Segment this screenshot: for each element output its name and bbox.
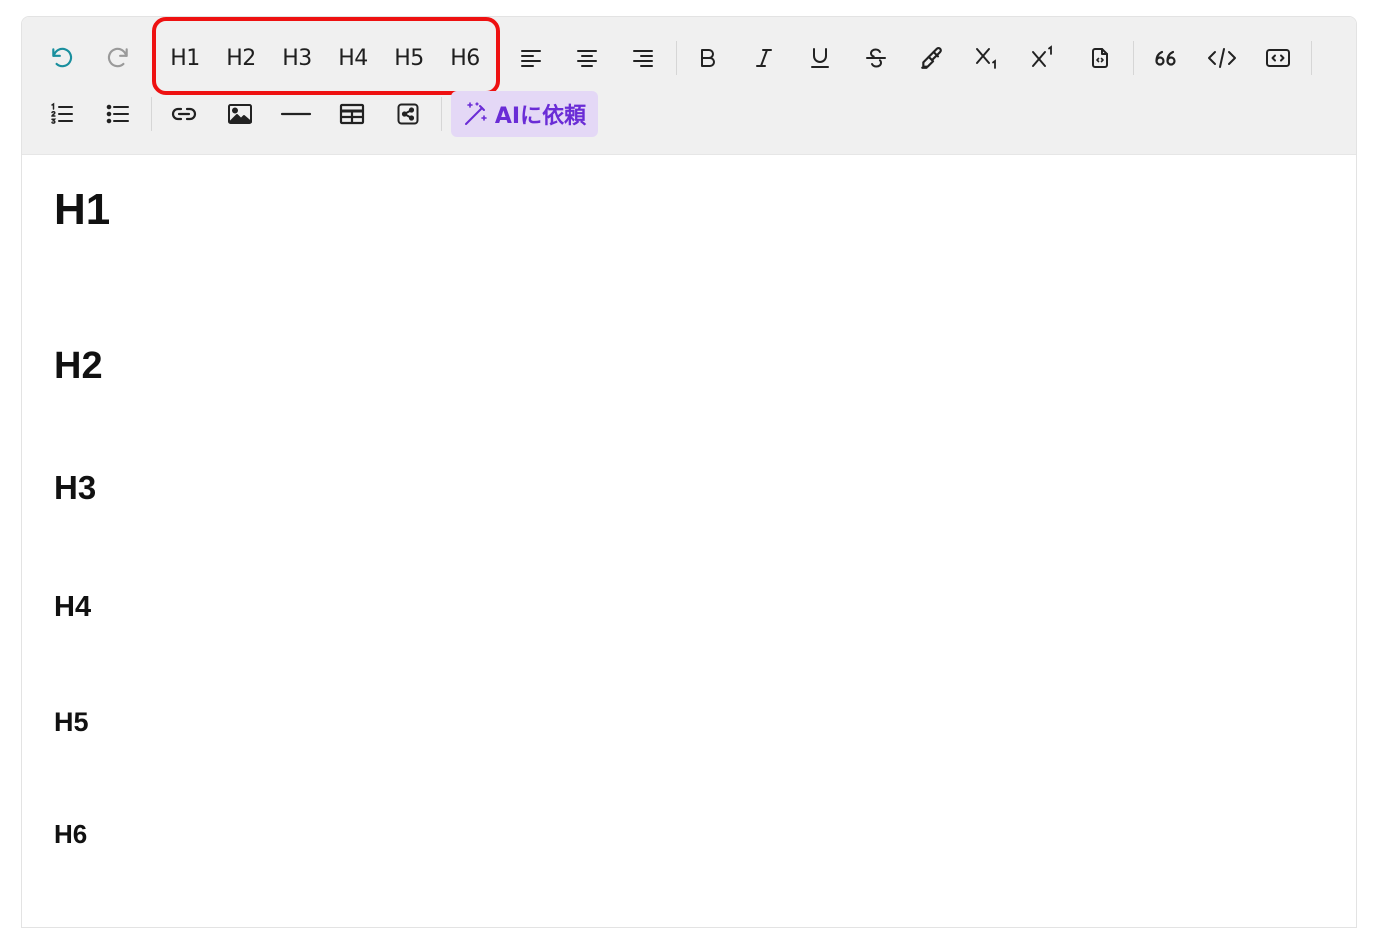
toolbar-separator	[676, 41, 677, 75]
ask-ai-label: AIに依頼	[494, 104, 587, 129]
toolbar-separator	[441, 97, 442, 131]
bold-button[interactable]	[686, 38, 730, 78]
ordered-list-icon	[49, 101, 75, 127]
image-icon	[227, 102, 253, 126]
heading-1-button[interactable]: H1	[161, 38, 209, 78]
heading-5-button[interactable]: H5	[385, 38, 433, 78]
magic-wand-icon	[463, 101, 489, 127]
redo-button[interactable]	[96, 38, 140, 78]
italic-icon	[752, 46, 776, 70]
align-center-icon	[575, 46, 599, 70]
strikethrough-button[interactable]	[854, 38, 898, 78]
horizontal-rule-button[interactable]	[274, 94, 318, 134]
image-button[interactable]	[218, 94, 262, 134]
bullet-list-button[interactable]	[96, 94, 140, 134]
document-heading-1[interactable]: H1	[54, 185, 110, 235]
align-right-icon	[631, 46, 655, 70]
underline-button[interactable]	[798, 38, 842, 78]
ordered-list-button[interactable]	[40, 94, 84, 134]
heading-4-button[interactable]: H4	[329, 38, 377, 78]
superscript-button[interactable]	[1022, 38, 1066, 78]
italic-button[interactable]	[742, 38, 786, 78]
document-heading-3[interactable]: H3	[54, 469, 96, 507]
document-heading-4[interactable]: H4	[54, 591, 91, 624]
link-button[interactable]	[162, 94, 206, 134]
align-center-button[interactable]	[565, 38, 609, 78]
editor-toolbar: H1 H2 H3 H4 H5 H6 AIに依頼	[22, 17, 1356, 155]
blockquote-button[interactable]	[1144, 38, 1188, 78]
table-icon	[339, 102, 365, 126]
heading-3-button[interactable]: H3	[273, 38, 321, 78]
inline-code-button[interactable]	[1200, 38, 1244, 78]
code-block-icon	[1265, 46, 1291, 70]
bullet-list-icon	[105, 101, 131, 127]
bold-icon	[696, 46, 720, 70]
align-right-button[interactable]	[621, 38, 665, 78]
heading-2-button[interactable]: H2	[217, 38, 265, 78]
horizontal-rule-icon	[280, 102, 312, 126]
code-file-icon	[1088, 46, 1112, 70]
toolbar-separator	[1311, 41, 1312, 75]
toolbar-separator	[1133, 41, 1134, 75]
code-file-button[interactable]	[1078, 38, 1122, 78]
code-icon	[1207, 45, 1237, 71]
heading-6-button[interactable]: H6	[441, 38, 489, 78]
code-block-button[interactable]	[1256, 38, 1300, 78]
underline-icon	[808, 46, 832, 70]
align-left-icon	[519, 46, 543, 70]
link-icon	[170, 102, 198, 126]
document-heading-2[interactable]: H2	[54, 345, 103, 388]
editor-content[interactable]: H1 H2 H3 H4 H5 H6	[22, 155, 1356, 927]
document-heading-5[interactable]: H5	[54, 707, 89, 738]
toolbar-separator	[151, 97, 152, 131]
document-heading-6[interactable]: H6	[54, 819, 87, 850]
table-button[interactable]	[330, 94, 374, 134]
redo-icon	[105, 45, 131, 71]
undo-icon	[49, 45, 75, 71]
blockquote-icon	[1153, 45, 1179, 71]
rich-text-editor: H1 H2 H3 H4 H5 H6 AIに依頼 H1 H2 H3 H4 H5 H…	[21, 16, 1357, 928]
embed-button[interactable]	[386, 94, 430, 134]
ask-ai-button[interactable]: AIに依頼	[451, 91, 598, 137]
highlighter-icon	[919, 45, 945, 71]
embed-icon	[396, 102, 420, 126]
strikethrough-icon	[864, 46, 888, 70]
undo-button[interactable]	[40, 38, 84, 78]
subscript-icon	[974, 44, 1002, 72]
superscript-icon	[1030, 44, 1058, 72]
align-left-button[interactable]	[509, 38, 553, 78]
highlight-button[interactable]	[910, 38, 954, 78]
subscript-button[interactable]	[966, 38, 1010, 78]
